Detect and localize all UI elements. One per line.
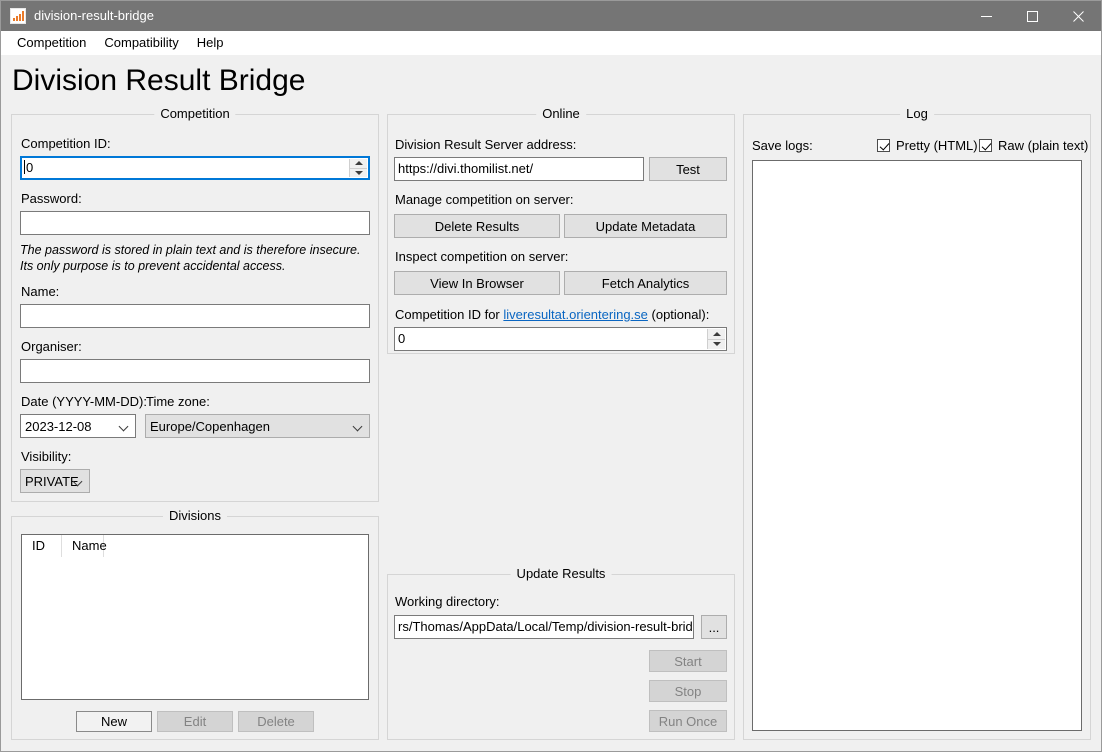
update-results-group-legend: Update Results [510, 566, 612, 582]
competition-id-spinner[interactable] [349, 159, 367, 177]
raw-plain-text-checkbox[interactable]: Raw (plain text) [979, 138, 1088, 153]
test-connection-button[interactable]: Test [649, 157, 727, 181]
raw-plain-text-label: Raw (plain text) [998, 138, 1089, 153]
divisions-table[interactable]: ID Name [21, 534, 369, 700]
chevron-down-icon [354, 170, 363, 175]
chevron-up-icon [354, 161, 363, 166]
visibility-select[interactable]: PRIVATE [20, 469, 90, 493]
delete-division-button[interactable]: Delete [238, 711, 314, 732]
chevron-down-icon [712, 342, 721, 347]
liveresultat-suffix: (optional): [647, 307, 710, 322]
timezone-value: Europe/Copenhagen [150, 418, 270, 434]
maximize-icon[interactable] [1009, 1, 1055, 31]
competition-id-value: 0 [26, 160, 34, 175]
save-logs-label: Save logs: [752, 138, 813, 153]
minimize-icon[interactable] [963, 1, 1009, 31]
stop-button[interactable]: Stop [649, 680, 727, 702]
spinner-up-button[interactable] [708, 329, 725, 340]
delete-results-button[interactable]: Delete Results [394, 214, 560, 238]
title-bar: division-result-bridge [1, 1, 1101, 31]
window-title: division-result-bridge [34, 8, 154, 23]
spinner-down-button[interactable] [350, 168, 367, 177]
checkbox-icon [877, 139, 890, 152]
pretty-html-checkbox[interactable]: Pretty (HTML) [877, 138, 978, 153]
liveresultat-id-spinner[interactable] [707, 329, 725, 349]
menu-item-help[interactable]: Help [188, 32, 233, 54]
close-icon[interactable] [1055, 1, 1101, 31]
competition-id-label: Competition ID: [21, 136, 111, 151]
chevron-down-icon [354, 423, 362, 431]
liveresultat-link[interactable]: liveresultat.orientering.se [503, 307, 648, 322]
run-once-button[interactable]: Run Once [649, 710, 727, 732]
competition-id-input[interactable]: 0 [20, 156, 370, 180]
date-value: 2023-12-08 [25, 418, 92, 434]
competition-group-legend: Competition [154, 106, 236, 122]
timezone-label: Time zone: [146, 394, 210, 409]
name-input[interactable] [20, 304, 370, 328]
new-division-button[interactable]: New [76, 711, 152, 732]
menu-item-competition[interactable]: Competition [8, 32, 95, 54]
log-group-legend: Log [900, 106, 934, 122]
window-controls [963, 1, 1101, 31]
timezone-select[interactable]: Europe/Copenhagen [145, 414, 370, 438]
visibility-value: PRIVATE [25, 473, 79, 489]
spinner-down-button[interactable] [708, 339, 725, 349]
application-window: division-result-bridge Competition Compa… [0, 0, 1102, 752]
divisions-table-header: ID Name [22, 535, 368, 557]
password-input[interactable] [20, 211, 370, 235]
manage-competition-label: Manage competition on server: [395, 192, 574, 207]
bar-chart-icon [10, 8, 26, 24]
page-title: Division Result Bridge [12, 64, 306, 97]
server-address-label: Division Result Server address: [395, 137, 577, 152]
name-label: Name: [21, 284, 60, 299]
liveresultat-label: Competition ID for liveresultat.orienter… [395, 307, 709, 323]
chevron-down-icon [120, 423, 128, 431]
liveresultat-id-input[interactable]: 0 [394, 327, 727, 351]
server-address-input[interactable]: https://divi.thomilist.net/ [394, 157, 644, 181]
working-directory-value: rs/Thomas/AppData/Local/Temp/division-re… [398, 619, 694, 634]
update-metadata-button[interactable]: Update Metadata [564, 214, 727, 238]
fetch-analytics-button[interactable]: Fetch Analytics [564, 271, 727, 295]
browse-directory-button[interactable]: ... [701, 615, 727, 639]
chevron-up-icon [712, 331, 721, 336]
edit-division-button[interactable]: Edit [157, 711, 233, 732]
working-directory-label: Working directory: [395, 594, 500, 609]
divisions-group-legend: Divisions [162, 508, 228, 524]
date-select[interactable]: 2023-12-08 [20, 414, 136, 438]
password-label: Password: [21, 191, 82, 206]
menu-item-compatibility[interactable]: Compatibility [95, 32, 187, 54]
inspect-competition-label: Inspect competition on server: [395, 249, 569, 264]
online-group-legend: Online [536, 106, 586, 122]
liveresultat-prefix: Competition ID for [395, 307, 504, 322]
start-button[interactable]: Start [649, 650, 727, 672]
view-in-browser-button[interactable]: View In Browser [394, 271, 560, 295]
text-caret [24, 160, 25, 174]
column-header-name[interactable]: Name [62, 535, 107, 557]
working-directory-input[interactable]: rs/Thomas/AppData/Local/Temp/division-re… [394, 615, 694, 639]
liveresultat-id-value: 0 [398, 331, 406, 346]
column-header-filler [104, 535, 368, 557]
pretty-html-label: Pretty (HTML) [896, 138, 978, 153]
column-header-id[interactable]: ID [22, 535, 62, 557]
organiser-input[interactable] [20, 359, 370, 383]
chevron-down-icon [74, 478, 82, 486]
visibility-label: Visibility: [21, 449, 72, 464]
organiser-label: Organiser: [21, 339, 82, 354]
spinner-up-button[interactable] [350, 159, 367, 169]
server-address-value: https://divi.thomilist.net/ [398, 161, 534, 176]
password-note: The password is stored in plain text and… [20, 243, 361, 273]
log-output-area[interactable] [752, 160, 1082, 731]
checkbox-icon [979, 139, 992, 152]
menu-bar: Competition Compatibility Help [1, 31, 1101, 55]
date-label: Date (YYYY-MM-DD): [21, 394, 147, 409]
